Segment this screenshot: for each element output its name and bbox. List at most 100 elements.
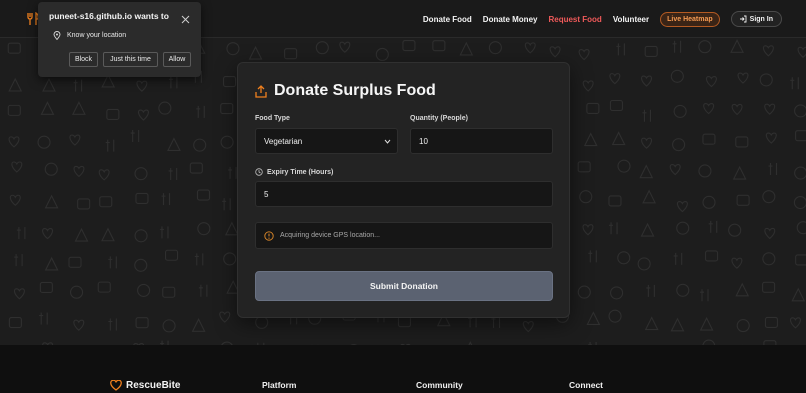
background-doodle [7,42,21,54]
background-doodle [795,254,806,266]
nav-request-food[interactable]: Request Food [548,15,601,24]
background-doodle [673,104,687,118]
background-doodle [644,316,659,331]
close-icon[interactable] [181,11,190,24]
background-doodle [14,254,23,267]
background-doodle [672,138,686,152]
background-doodle [219,311,231,323]
background-doodle [702,195,716,209]
background-doodle [672,40,682,53]
background-doodle [610,286,624,300]
expiry-label: Expiry Time (Hours) [267,168,334,176]
quantity-value: 10 [419,136,428,146]
background-doodle [703,103,715,115]
background-doodle [488,41,502,55]
background-doodle [608,195,622,207]
info-icon [264,230,274,241]
background-doodle [578,49,590,61]
background-doodle [735,136,749,148]
background-doodle [609,99,623,112]
background-doodle [640,222,655,237]
quantity-input[interactable]: 10 [410,128,553,154]
background-doodle [676,221,690,235]
background-doodle [705,76,717,88]
background-doodle [42,77,56,92]
background-doodle [670,317,685,332]
expiry-label-row: Expiry Time (Hours) [255,168,333,176]
background-doodle [617,159,631,173]
background-doodle [194,253,204,266]
background-doodle [339,41,351,53]
background-doodle [168,76,178,89]
background-doodle [579,190,593,204]
background-doodle [762,45,774,57]
background-doodle [397,316,412,328]
chevron-down-icon [384,139,391,144]
background-doodle [130,130,140,143]
background-doodle [11,161,23,173]
background-doodle [40,101,55,115]
background-doodle [105,139,115,152]
background-doodle [586,311,601,326]
background-doodle [72,101,86,115]
background-doodle [795,130,806,142]
background-doodle [644,45,658,57]
background-doodle [736,319,750,333]
background-doodle [69,134,81,146]
background-doodle [99,196,113,208]
background-doodle [315,41,329,55]
background-doodle [646,284,655,297]
footer-heading-connect: Connect [569,380,603,390]
permission-buttons: Block Just this time Allow [64,52,191,67]
background-doodle [641,75,653,87]
background-doodle [577,161,591,173]
just-this-time-button[interactable]: Just this time [103,52,158,67]
background-doodle [135,192,149,204]
background-doodle [637,257,651,271]
background-doodle [134,258,148,272]
background-doodle [582,224,594,236]
gps-status-text: Acquiring device GPS location... [280,232,380,239]
background-doodle [794,166,806,180]
background-doodle [698,40,712,54]
background-doodle [44,194,59,209]
background-doodle [639,164,654,179]
nav-volunteer[interactable]: Volunteer [613,15,649,24]
background-doodle [74,227,89,242]
live-heatmap-button[interactable]: Live Heatmap [660,11,720,27]
expiry-input[interactable]: 5 [255,181,553,207]
background-doodle [375,47,389,61]
background-doodle [676,200,688,213]
footer-brand[interactable]: RescueBite [110,380,180,391]
background-doodle [586,102,600,114]
allow-button[interactable]: Allow [163,52,191,67]
submit-donation-button[interactable]: Submit Donation [255,271,553,301]
background-doodle [797,46,806,58]
background-doodle [459,41,474,56]
background-doodle [228,166,237,179]
footer: RescueBite Platform Community Connect [0,345,806,393]
background-doodle [577,285,591,299]
background-doodle [765,132,777,144]
background-doodle [768,163,778,176]
block-button[interactable]: Block [69,52,98,67]
nav-donate-food[interactable]: Donate Food [423,15,472,24]
sign-in-button[interactable]: Sign In [730,11,782,27]
expiry-value: 5 [264,189,269,199]
background-doodle [44,162,58,176]
background-doodle [698,164,712,178]
nav-donate-money[interactable]: Donate Money [483,15,538,24]
background-doodle [106,108,120,121]
background-doodle [222,198,231,211]
background-doodle [223,252,237,266]
background-doodle [108,256,117,269]
food-type-select[interactable]: Vegetarian [255,128,398,154]
background-doodle [609,222,618,235]
background-doodle [588,250,597,263]
background-doodle [162,319,176,333]
location-pin-icon [53,31,61,40]
background-doodle [9,194,21,206]
background-doodle [705,250,719,262]
background-doodle [70,285,84,299]
background-doodle [193,138,207,152]
